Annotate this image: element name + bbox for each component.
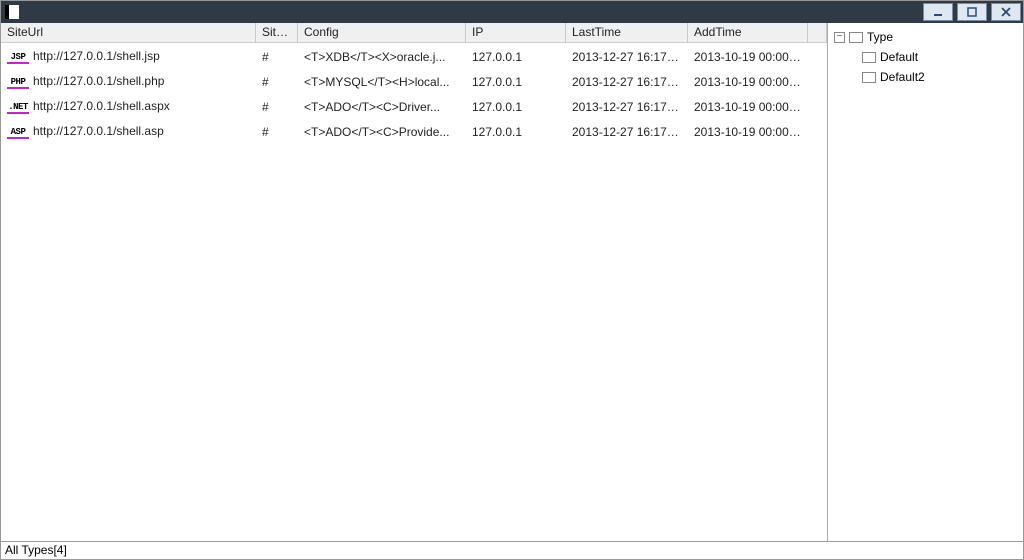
tree-item-label: Default2 [880,70,925,84]
cell-add: 2013-10-19 00:00:00 [688,98,808,116]
cell-add: 2013-10-19 00:00:00 [688,48,808,66]
maximize-button[interactable] [957,3,987,21]
tree-root[interactable]: − Type [834,27,1017,47]
folder-icon [849,32,863,43]
col-sitepass[interactable]: SiteP... [256,23,298,42]
collapse-icon[interactable]: − [834,32,845,43]
folder-icon [862,52,876,63]
col-lasttime[interactable]: LastTime [566,23,688,42]
cell-ip: 127.0.0.1 [466,98,566,116]
cell-url: http://127.0.0.1/shell.aspx [33,99,170,113]
type-tree: − Type Default Default2 [828,23,1023,541]
cell-last: 2013-12-27 16:17:48 [566,73,688,91]
table-row[interactable]: JSP http://127.0.0.1/shell.jsp #<T>XDB</T>… [1,43,827,68]
tree-item-label: Default [880,50,918,64]
col-siteurl[interactable]: SiteUrl [1,23,256,42]
col-config[interactable]: Config [298,23,466,42]
cell-last: 2013-12-27 16:17:48 [566,123,688,141]
cell-pass: # [256,98,298,116]
table-row[interactable]: PHP http://127.0.0.1/shell.php #<T>MYSQL</… [1,68,827,93]
cell-pass: # [256,123,298,141]
cell-config: <T>ADO</T><C>Provide... [298,123,466,141]
cell-config: <T>ADO</T><C>Driver... [298,98,466,116]
site-list: SiteUrl SiteP... Config IP LastTime AddT… [1,23,828,541]
col-addtime[interactable]: AddTime [688,23,808,42]
cell-last: 2013-12-27 16:17:48 [566,98,688,116]
cell-config: <T>XDB</T><X>oracle.j... [298,48,466,66]
title-bar [1,1,1023,23]
tree-root-label: Type [867,30,893,44]
tech-badge: ASP [7,126,29,139]
cell-add: 2013-10-19 00:00:00 [688,123,808,141]
cell-pass: # [256,48,298,66]
cell-add: 2013-10-19 00:00:00 [688,73,808,91]
tech-badge: JSP [7,51,29,64]
table-row[interactable]: ASP http://127.0.0.1/shell.asp #<T>ADO</T>… [1,118,827,143]
close-button[interactable] [991,3,1021,21]
cell-ip: 127.0.0.1 [466,48,566,66]
cell-config: <T>MYSQL</T><H>local... [298,73,466,91]
cell-last: 2013-12-27 16:17:48 [566,48,688,66]
cell-pass: # [256,73,298,91]
tree-item[interactable]: Default2 [862,67,1017,87]
window-controls [921,2,1023,22]
table-row[interactable]: .NET http://127.0.0.1/shell.aspx #<T>ADO</… [1,93,827,118]
cell-ip: 127.0.0.1 [466,73,566,91]
cell-url: http://127.0.0.1/shell.asp [33,124,164,138]
tech-badge: .NET [7,101,29,114]
minimize-button[interactable] [923,3,953,21]
folder-icon [862,72,876,83]
column-headers: SiteUrl SiteP... Config IP LastTime AddT… [1,23,827,43]
tech-badge: PHP [7,76,29,89]
status-text: All Types[4] [5,543,67,557]
tree-item[interactable]: Default [862,47,1017,67]
app-icon [5,5,19,19]
table-body[interactable]: JSPhttp://127.0.0.1/shell.jsp#<T>XDB</T>… [1,43,827,541]
cell-ip: 127.0.0.1 [466,123,566,141]
cell-url: http://127.0.0.1/shell.php [33,74,164,88]
cell-url: http://127.0.0.1/shell.jsp [33,49,160,63]
status-bar: All Types[4] [1,541,1023,559]
col-ip[interactable]: IP [466,23,566,42]
col-spacer [808,23,827,42]
